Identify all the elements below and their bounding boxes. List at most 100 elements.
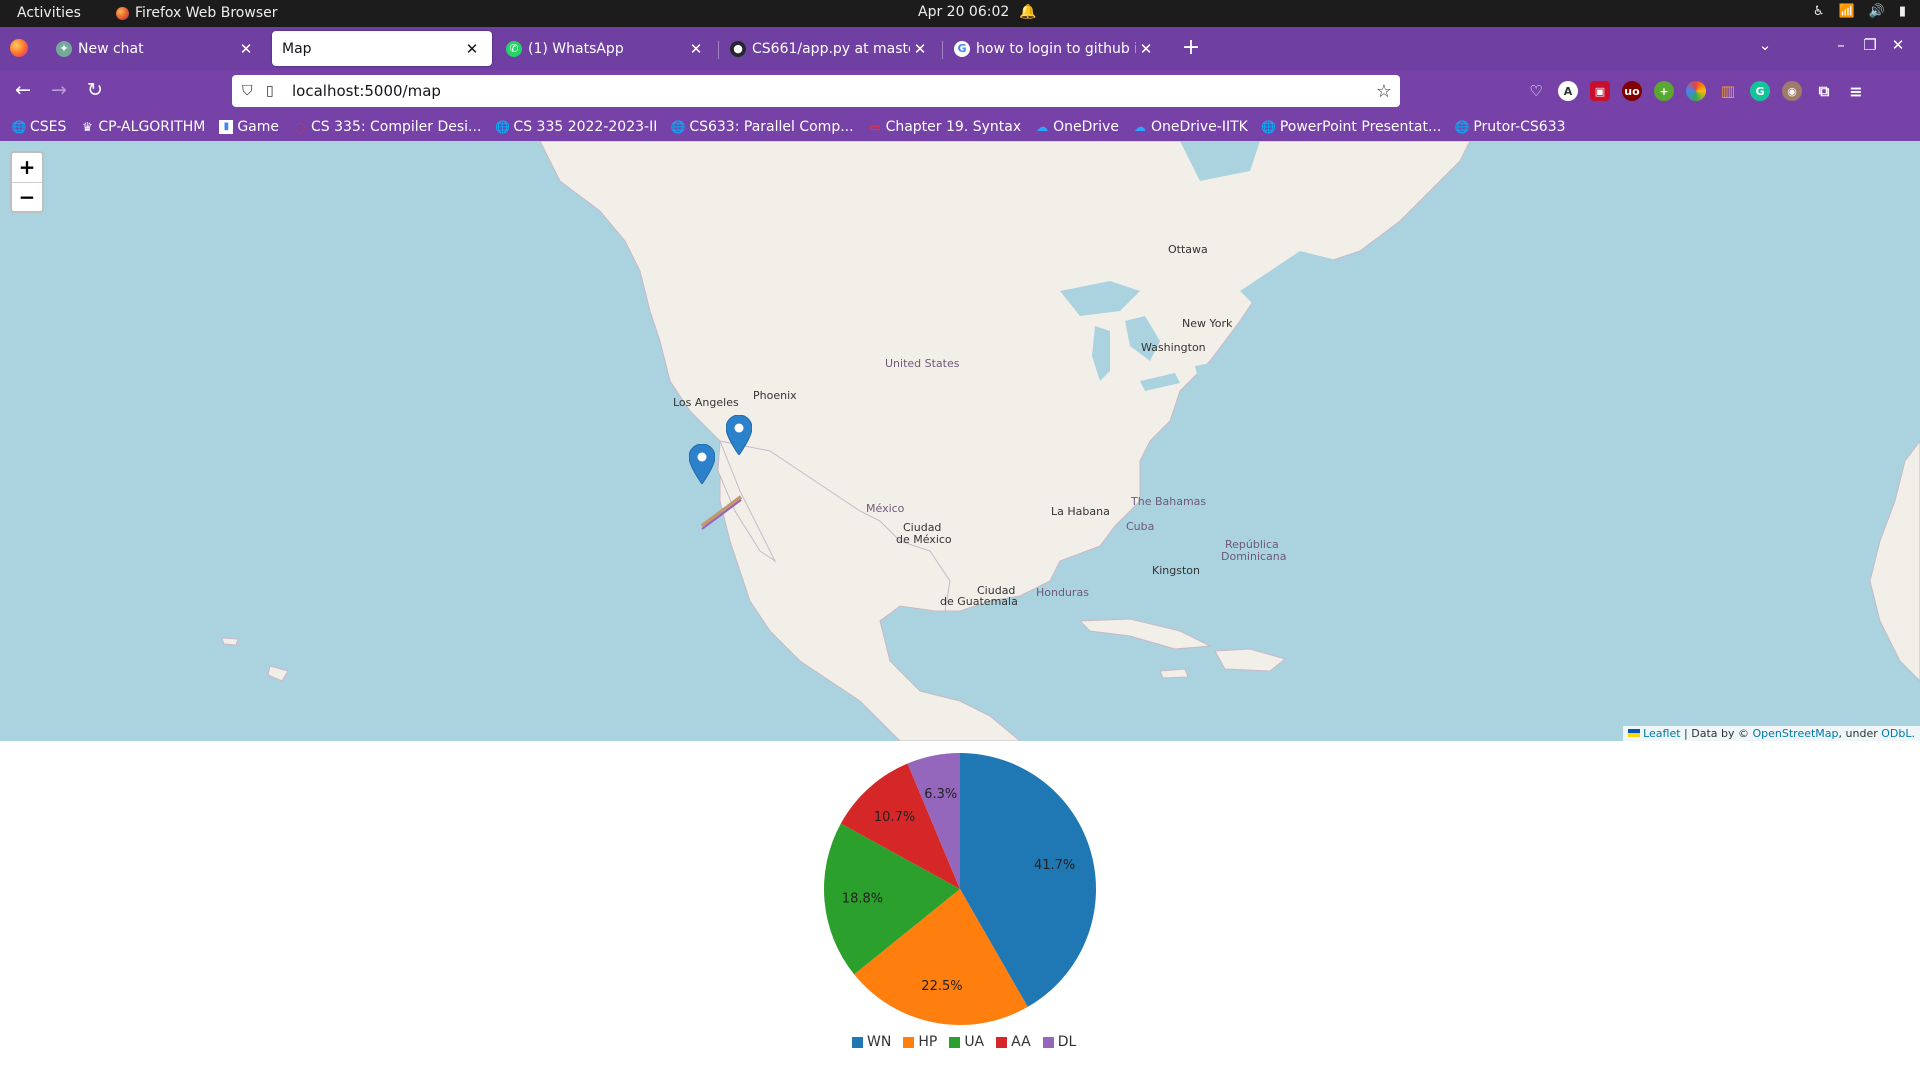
pocket-icon[interactable]: ♡ — [1526, 81, 1546, 101]
map-marker-los-angeles[interactable] — [689, 444, 715, 484]
zoom-in-button[interactable]: + — [12, 153, 42, 182]
bookmark-cs335-compiler[interactable]: ◌ CS 335: Compiler Desi... — [293, 119, 482, 135]
close-tab-icon[interactable]: ✕ — [236, 40, 256, 58]
close-tab-icon[interactable]: ✕ — [686, 40, 706, 58]
bookmark-cses[interactable]: 🌐 CSES — [12, 118, 67, 135]
bookmark-label: OneDrive-IITK — [1150, 118, 1248, 135]
map-marker-phoenix-area[interactable] — [726, 415, 752, 455]
extensions-puzzle-icon[interactable]: ⧉ — [1814, 81, 1834, 101]
bookmark-onedrive[interactable]: ☁ OneDrive — [1035, 119, 1119, 135]
legend-label: WN — [867, 1034, 892, 1050]
bookmark-onedrive-iitk[interactable]: ☁ OneDrive-IITK — [1133, 119, 1248, 135]
bookmark-prutor[interactable]: 🌐 Prutor-CS633 — [1454, 118, 1566, 135]
legend-label: UA — [964, 1034, 985, 1050]
bookmark-label: Prutor-CS633 — [1473, 118, 1566, 135]
list-all-tabs-icon[interactable]: ⌄ — [1753, 36, 1777, 54]
wifi-icon: 📶 — [1838, 4, 1855, 19]
leaflet-map[interactable]: + − Ottawa New York Washington United St… — [0, 141, 1920, 741]
grammarly-icon[interactable]: G — [1750, 81, 1770, 101]
tracking-protection-icon[interactable]: ⛉ — [242, 83, 266, 99]
label-cuba: Cuba — [1126, 520, 1155, 533]
label-new-york: New York — [1182, 317, 1233, 330]
reload-icon[interactable]: ↻ — [82, 79, 108, 101]
bookmark-label: CSES — [30, 118, 67, 135]
tab-strip: ✦ New chat ✕ Map ✕ ✆ (1) WhatsApp ✕ ● CS… — [0, 27, 1920, 70]
bookmark-star-icon[interactable]: ☆ — [1368, 81, 1400, 102]
bookmark-game[interactable]: ▮ Game — [219, 119, 279, 135]
attribution-text: | Data by © — [1684, 727, 1749, 740]
label-ottawa: Ottawa — [1168, 243, 1208, 256]
globe-icon: 🌐 — [670, 119, 686, 134]
map-land-layer — [221, 141, 1920, 741]
chart-extension-icon[interactable]: ▥ — [1718, 81, 1738, 101]
bookmark-cp-algorithm[interactable]: ♛ CP-ALGORITHM — [80, 119, 205, 135]
accessibility-icon[interactable]: ♿ — [1813, 4, 1825, 19]
tab-new-chat[interactable]: ✦ New chat ✕ — [46, 31, 266, 66]
url-bar[interactable]: ⛉ ▯ localhost:5000/map ☆ — [232, 75, 1400, 107]
owl-extension-icon[interactable]: ◉ — [1782, 81, 1802, 101]
activities-button[interactable]: Activities — [17, 5, 81, 21]
globe-icon: 🌐 — [1454, 119, 1470, 134]
label-united-states: United States — [885, 357, 960, 370]
tab-map[interactable]: Map ✕ — [272, 31, 492, 66]
legend-item-aa[interactable]: AA — [996, 1034, 1031, 1050]
url-text[interactable]: localhost:5000/map — [292, 82, 1368, 100]
bookmark-label: OneDrive — [1053, 118, 1119, 135]
openstreetmap-link[interactable]: OpenStreetMap — [1753, 727, 1839, 740]
tab-title: Map — [282, 40, 312, 57]
system-status-area[interactable]: ♿ 📶 🔊 ▮ — [1813, 4, 1906, 19]
app-name: Firefox Web Browser — [135, 5, 278, 21]
odbl-link[interactable]: ODbL. — [1881, 727, 1915, 740]
bookmark-cs335-2022[interactable]: 🌐 CS 335 2022-2023-II — [495, 119, 657, 135]
minimize-icon[interactable]: – — [1829, 36, 1853, 54]
close-tab-icon[interactable]: ✕ — [910, 40, 930, 58]
restore-icon[interactable]: ❐ — [1858, 36, 1882, 54]
bookmark-chapter-19[interactable]: ▭ Chapter 19. Syntax — [868, 118, 1022, 135]
bookmark-cs633[interactable]: 🌐 CS633: Parallel Comp... — [670, 118, 854, 135]
leaflet-link[interactable]: Leaflet — [1643, 727, 1680, 740]
tab-github[interactable]: ● CS661/app.py at master ✕ — [720, 31, 940, 66]
pie-label-aa: 10.7% — [874, 810, 915, 825]
tab-whatsapp[interactable]: ✆ (1) WhatsApp ✕ — [496, 31, 716, 66]
zoom-out-button[interactable]: − — [12, 182, 42, 211]
legend-item-hp[interactable]: HP — [903, 1034, 937, 1050]
color-extension-icon[interactable] — [1686, 81, 1706, 101]
firefox-view-icon[interactable] — [10, 39, 28, 57]
whatsapp-icon: ✆ — [506, 40, 522, 57]
legend-swatch — [852, 1036, 863, 1048]
page-info-icon[interactable]: ▯ — [266, 83, 292, 99]
bookmark-label: Chapter 19. Syntax — [885, 118, 1022, 135]
google-icon: G — [954, 40, 970, 57]
legend-item-ua[interactable]: UA — [949, 1034, 984, 1050]
close-tab-icon[interactable]: ✕ — [1136, 40, 1156, 58]
back-icon[interactable]: ← — [10, 79, 36, 101]
forward-icon[interactable]: → — [46, 79, 72, 101]
label-phoenix: Phoenix — [753, 389, 797, 402]
legend-label: HP — [918, 1034, 938, 1050]
legend-item-dl[interactable]: DL — [1042, 1034, 1076, 1050]
account-icon[interactable]: A — [1558, 81, 1578, 101]
ublock-icon[interactable]: uo — [1622, 81, 1642, 101]
navigation-toolbar: ← → ↻ ⛉ ▯ localhost:5000/map ☆ ♡ A ▣ uo … — [0, 70, 1920, 112]
label-los-angeles: Los Angeles — [673, 396, 739, 409]
app-menu[interactable]: Firefox Web Browser — [116, 5, 278, 21]
label-la-habana: La Habana — [1051, 505, 1110, 518]
close-tab-icon[interactable]: ✕ — [462, 40, 482, 58]
bookmarks-toolbar: 🌐 CSES ♛ CP-ALGORITHM ▮ Game ◌ CS 335: Compi… — [0, 112, 1920, 141]
pie-label-ua: 18.8% — [842, 892, 883, 907]
bookmark-label: CS633: Parallel Comp... — [689, 118, 854, 135]
plus-extension-icon[interactable]: + — [1654, 81, 1674, 101]
globe-icon: 🌐 — [494, 119, 510, 134]
new-tab-button[interactable]: + — [1178, 35, 1204, 60]
ukraine-flag-icon — [1627, 729, 1640, 737]
clock[interactable]: Apr 20 06:02 🔔 — [918, 4, 1037, 20]
system-top-bar: Activities Firefox Web Browser Apr 20 06… — [0, 0, 1920, 27]
bookmark-powerpoint[interactable]: 🌐 PowerPoint Presentat... — [1261, 119, 1441, 135]
close-window-icon[interactable]: ✕ — [1886, 36, 1910, 54]
zoom-control: + − — [10, 151, 44, 213]
tab-google-search[interactable]: G how to login to github in ✕ — [944, 31, 1166, 66]
legend-item-wn[interactable]: WN — [852, 1034, 891, 1050]
label-washington: Washington — [1141, 341, 1206, 354]
hamburger-menu-icon[interactable]: ≡ — [1846, 81, 1866, 101]
pdf-extension-icon[interactable]: ▣ — [1590, 81, 1610, 101]
